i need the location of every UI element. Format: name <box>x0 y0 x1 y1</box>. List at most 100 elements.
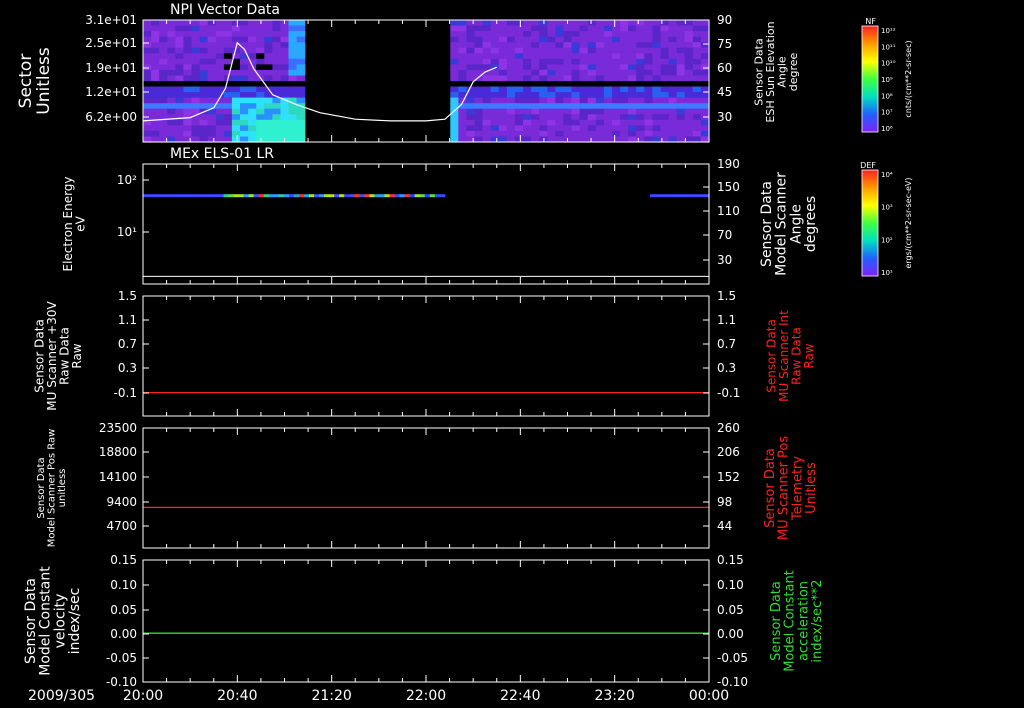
heatmap-cell <box>700 64 710 71</box>
energy-band-cell <box>248 194 255 198</box>
heatmap-cell <box>539 69 548 76</box>
heatmap-cell <box>490 86 500 93</box>
heatmap-cell <box>506 25 516 32</box>
y-axis-label-left: SectorUnitless <box>16 47 54 115</box>
heatmap-cell <box>612 53 621 60</box>
heatmap-cell <box>692 130 702 137</box>
heatmap-cell <box>523 20 532 27</box>
heatmap-cell <box>660 108 670 115</box>
heatmap-cell <box>547 81 556 88</box>
y-tick-label-right: -0.10 <box>717 675 748 689</box>
heatmap-cell <box>555 81 565 88</box>
energy-band-cell <box>434 194 441 198</box>
heatmap-cell <box>183 31 193 38</box>
y-tick-label-left: -0.05 <box>106 651 137 665</box>
y-tick-label-left: 0.05 <box>110 603 137 617</box>
heatmap-cell <box>595 119 605 126</box>
heatmap-cell <box>700 69 710 76</box>
y-tick-label-right: 0.3 <box>717 361 736 375</box>
heatmap-cell <box>587 97 597 104</box>
heatmap-cell <box>539 25 548 32</box>
energy-band-cell <box>389 194 395 198</box>
heatmap-cell <box>458 75 467 82</box>
heatmap-cell <box>280 114 290 121</box>
heatmap-cell <box>603 58 613 65</box>
heatmap-cell <box>199 53 209 60</box>
colorbar <box>861 169 879 277</box>
heatmap-cell <box>692 25 702 32</box>
heatmap-cell <box>175 114 184 121</box>
heatmap-cell <box>547 47 556 54</box>
heatmap-cell <box>167 119 176 126</box>
heatmap-cell <box>482 58 492 65</box>
heatmap-cell <box>207 75 217 82</box>
heatmap-cell <box>676 114 686 121</box>
heatmap-cell <box>474 64 484 71</box>
heatmap-cell <box>628 53 637 60</box>
heatmap-cell <box>482 75 492 82</box>
heatmap-cell <box>644 86 653 93</box>
heatmap-cell <box>183 58 193 65</box>
heatmap-cell <box>143 53 152 60</box>
heatmap-cell <box>280 75 290 82</box>
heatmap-cell <box>652 42 662 49</box>
heatmap-cell <box>264 58 273 65</box>
heatmap-cell <box>636 36 645 43</box>
heatmap-cell <box>539 31 548 38</box>
heatmap-cell <box>280 64 290 71</box>
heatmap-cell <box>167 81 176 88</box>
energy-band-cell <box>228 194 234 198</box>
heatmap-cell <box>652 97 662 104</box>
heatmap-cell <box>223 119 233 126</box>
heatmap-cell <box>628 92 637 99</box>
heatmap-cell <box>636 81 645 88</box>
heatmap-cell <box>466 69 476 76</box>
heatmap-cell <box>490 42 500 49</box>
heatmap-cell <box>652 108 662 115</box>
energy-band-cell <box>414 194 421 198</box>
heatmap-cell <box>466 47 476 54</box>
heatmap-cell <box>450 31 459 38</box>
heatmap-cell <box>223 31 233 38</box>
energy-band-cell <box>143 194 149 198</box>
panel-frame <box>142 295 710 417</box>
heatmap-cell <box>579 20 589 27</box>
heatmap-cell <box>628 130 637 137</box>
heatmap-cell <box>523 69 532 76</box>
heatmap-cell <box>264 114 273 121</box>
heatmap-cell <box>231 75 241 82</box>
heatmap-cell <box>296 130 306 137</box>
heatmap-cell <box>458 58 467 65</box>
heatmap-cell <box>612 86 621 93</box>
heatmap-cell <box>458 119 467 126</box>
energy-band-cell <box>369 194 375 198</box>
axis-label-line: Model Scanner Pos Raw <box>46 429 57 548</box>
energy-band-cell <box>268 194 275 198</box>
heatmap-cell <box>579 130 589 137</box>
y-tick-label-right: 0.10 <box>717 578 744 592</box>
heatmap-cell <box>498 125 508 132</box>
energy-band-cell <box>379 194 385 198</box>
heatmap-cell <box>207 31 217 38</box>
heatmap-cell <box>692 114 702 121</box>
heatmap-cell <box>603 36 613 43</box>
heatmap-cell <box>296 81 306 88</box>
heatmap-cell <box>676 97 686 104</box>
heatmap-cell <box>159 81 168 88</box>
heatmap-cell <box>547 42 556 49</box>
heatmap-cell <box>676 42 686 49</box>
heatmap-cell <box>587 69 597 76</box>
heatmap-cell <box>506 97 516 104</box>
plot-canvas: 3.1e+01 2.5e+01 1.9e+01 1.2e+01 6.2e+00 90 75 6… <box>16 2 913 704</box>
heatmap-cell <box>280 25 290 32</box>
heatmap-cell <box>676 64 686 71</box>
heatmap-cell <box>288 92 298 99</box>
heatmap-cell <box>474 92 484 99</box>
heatmap-cell <box>482 36 492 43</box>
heatmap-cell <box>231 25 241 32</box>
heatmap-cell <box>296 114 306 121</box>
heatmap-cell <box>514 97 524 104</box>
heatmap-cell <box>660 81 670 88</box>
heatmap-cell <box>700 92 710 99</box>
y-tick-label-left: 1.1 <box>118 313 137 327</box>
